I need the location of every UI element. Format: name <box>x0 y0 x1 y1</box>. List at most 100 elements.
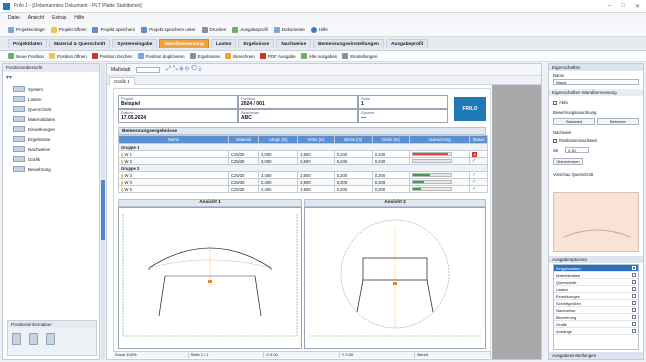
tb-print[interactable]: Drucken <box>201 26 226 33</box>
checkbox[interactable] <box>632 280 636 284</box>
active-checkbox[interactable]: Aktiv <box>553 100 568 105</box>
list-item[interactable]: Anhänge <box>554 328 638 335</box>
tree-item[interactable]: Materialdaten <box>13 116 55 122</box>
list-label: Lasten <box>556 286 569 292</box>
table-row[interactable]: ▮ W 3 C25/30 2,400 2,500 0,200 0,200 ✓ <box>118 171 488 179</box>
tab-projektdaten[interactable]: Projektdaten <box>8 39 48 48</box>
wall-icon: ▮ <box>121 158 124 164</box>
list-item[interactable]: Grafik <box>554 321 638 328</box>
tree-item[interactable]: Nachweise <box>13 146 50 152</box>
user-button[interactable]: Benutzer <box>597 118 639 125</box>
new-position-button[interactable]: Neue Position <box>8 53 44 59</box>
tab-nachweise[interactable]: Nachweise <box>276 39 312 48</box>
checkbox[interactable] <box>632 287 636 291</box>
apply-button[interactable]: Übernehmen <box>553 158 583 165</box>
tab-material[interactable]: Material & Querschnitt <box>49 39 111 48</box>
list-item[interactable]: Nachweise <box>554 307 638 314</box>
document-icon[interactable] <box>12 333 21 345</box>
tree-item[interactable]: Grafik <box>13 156 40 162</box>
checkbox[interactable] <box>632 329 636 333</box>
group-header[interactable]: Gruppe 2 <box>118 164 488 172</box>
tree-item[interactable]: System <box>13 86 43 92</box>
tree-item[interactable]: Einwirkungen <box>13 126 55 132</box>
standard-button[interactable]: Standard <box>553 118 595 125</box>
tree-item[interactable]: Ergebnisse <box>13 136 51 142</box>
list-item[interactable]: Lasten <box>554 286 638 293</box>
tb-help[interactable]: Hilfe <box>310 26 328 33</box>
col-name: Name <box>118 135 229 144</box>
tree-item[interactable]: Querschnitt <box>13 106 51 112</box>
table-row[interactable]: ▮ W 4 C25/30 2,400 2,500 0,200 0,200 ✓ <box>118 178 488 186</box>
checkbox[interactable] <box>632 294 636 298</box>
results-button[interactable]: Ergebnisse <box>189 53 220 59</box>
checkbox-icon <box>553 138 557 143</box>
tab-ergebnisse[interactable]: Ergebnisse <box>238 39 275 48</box>
tree-item[interactable]: Bewehrung <box>13 166 51 172</box>
table-row[interactable]: ▮ W 1 C25/30 3,000 2,500 0,240 0,240 ✕ <box>118 150 488 158</box>
tab-bemessung[interactable]: Bemessungseinstellungen <box>313 39 384 48</box>
close-button[interactable]: ✕ <box>635 3 640 10</box>
menu-bar: Datei Ansicht Extras Hilfe <box>0 13 646 23</box>
duplicate-position-button[interactable]: Position duplizieren <box>137 53 185 59</box>
document-icon[interactable] <box>46 333 55 345</box>
tab-ausgabe[interactable]: Ausgabeprofil <box>385 39 429 48</box>
list-item[interactable]: Eingabedaten <box>554 265 638 272</box>
menu-help[interactable]: Hilfe <box>74 15 84 21</box>
open-position-button[interactable]: Position öffnen <box>49 53 87 59</box>
name-field[interactable]: Wand <box>553 79 639 85</box>
tb2-label: Position öffnen <box>57 53 87 59</box>
checkbox[interactable] <box>632 315 636 319</box>
calculate-button[interactable]: Berechnen <box>225 53 255 59</box>
pdf-button[interactable]: PDF Ausgabe <box>259 53 296 59</box>
checkbox[interactable] <box>632 322 636 326</box>
tab-lasten[interactable]: Lasten <box>211 39 237 48</box>
tb-output[interactable]: Ausgabeprofil <box>232 26 268 33</box>
tree-label: Ergebnisse <box>28 136 51 142</box>
splitter-handle[interactable] <box>101 180 105 240</box>
zoom-icons[interactable]: ⤢ ⤡ ⊕ ⊖ ⟲ ⤓ <box>166 66 201 73</box>
wk-field[interactable]: 0,30 <box>565 147 589 153</box>
document-icon[interactable] <box>29 333 38 345</box>
list-item[interactable]: Einwirkungen <box>554 293 638 300</box>
table-row[interactable]: ▮ W 5 C25/30 2,400 2,500 0,200 0,200 ✓ <box>118 185 488 193</box>
tb-docs[interactable]: Dokumente <box>273 26 305 33</box>
tab-wandbemessung[interactable]: Wandbemessung <box>159 39 209 48</box>
checkbox[interactable] <box>632 273 636 277</box>
maximize-button[interactable]: □ <box>621 3 625 10</box>
node-icon <box>13 156 25 162</box>
tb-open[interactable]: Projekt öffnen <box>50 26 86 33</box>
group-header[interactable]: Gruppe 1 <box>118 143 488 151</box>
crack-checkbox[interactable]: Rissbreitennachweis <box>553 138 597 143</box>
date-box: Datum 17.05.2024 <box>118 109 238 123</box>
checkbox[interactable] <box>632 301 636 305</box>
cell-name: W 3 <box>124 172 132 178</box>
tb-template[interactable]: Projektvorlage <box>8 26 45 33</box>
tab-system[interactable]: Systemeingabe <box>112 39 158 48</box>
tb-save-as[interactable]: Projekt speichern unter <box>141 26 196 33</box>
drawing-canvas-1[interactable] <box>118 207 302 349</box>
list-item[interactable]: Materialdaten <box>554 272 638 279</box>
tab-grafik-1[interactable]: Grafik 1 <box>109 77 135 85</box>
delete-position-button[interactable]: Position löschen <box>91 53 133 59</box>
menu-file[interactable]: Datei <box>8 15 20 21</box>
group-title: Eigenschaften Wandbemessung <box>549 89 643 96</box>
tree-label: Nachweise <box>28 146 51 152</box>
drawing-canvas-2[interactable] <box>304 207 486 349</box>
all-outputs-button[interactable]: Alle Ausgaben <box>300 53 337 59</box>
tree-item[interactable]: Lasten <box>13 96 42 102</box>
tb-save[interactable]: Projekt speichern <box>92 26 135 33</box>
menu-extras[interactable]: Extras <box>52 15 66 21</box>
table-row[interactable]: ▮ W 2 C25/30 3,000 2,500 0,240 0,240 ✓ <box>118 157 488 165</box>
settings-button[interactable]: Einstellungen <box>342 53 377 59</box>
tb-label: Projektvorlage <box>16 27 45 32</box>
proof-label: Nachweis <box>553 130 572 135</box>
scale-select[interactable] <box>136 66 161 73</box>
list-item[interactable]: Bewehrung <box>554 314 638 321</box>
expand-icon[interactable]: ▾▾ <box>6 74 12 81</box>
checkbox[interactable] <box>632 308 636 312</box>
minimize-button[interactable]: – <box>608 3 611 10</box>
checkbox[interactable] <box>632 266 636 270</box>
list-item[interactable]: Querschnitt <box>554 279 638 286</box>
menu-view[interactable]: Ansicht <box>28 15 44 21</box>
list-item[interactable]: Schnittgrößen <box>554 300 638 307</box>
